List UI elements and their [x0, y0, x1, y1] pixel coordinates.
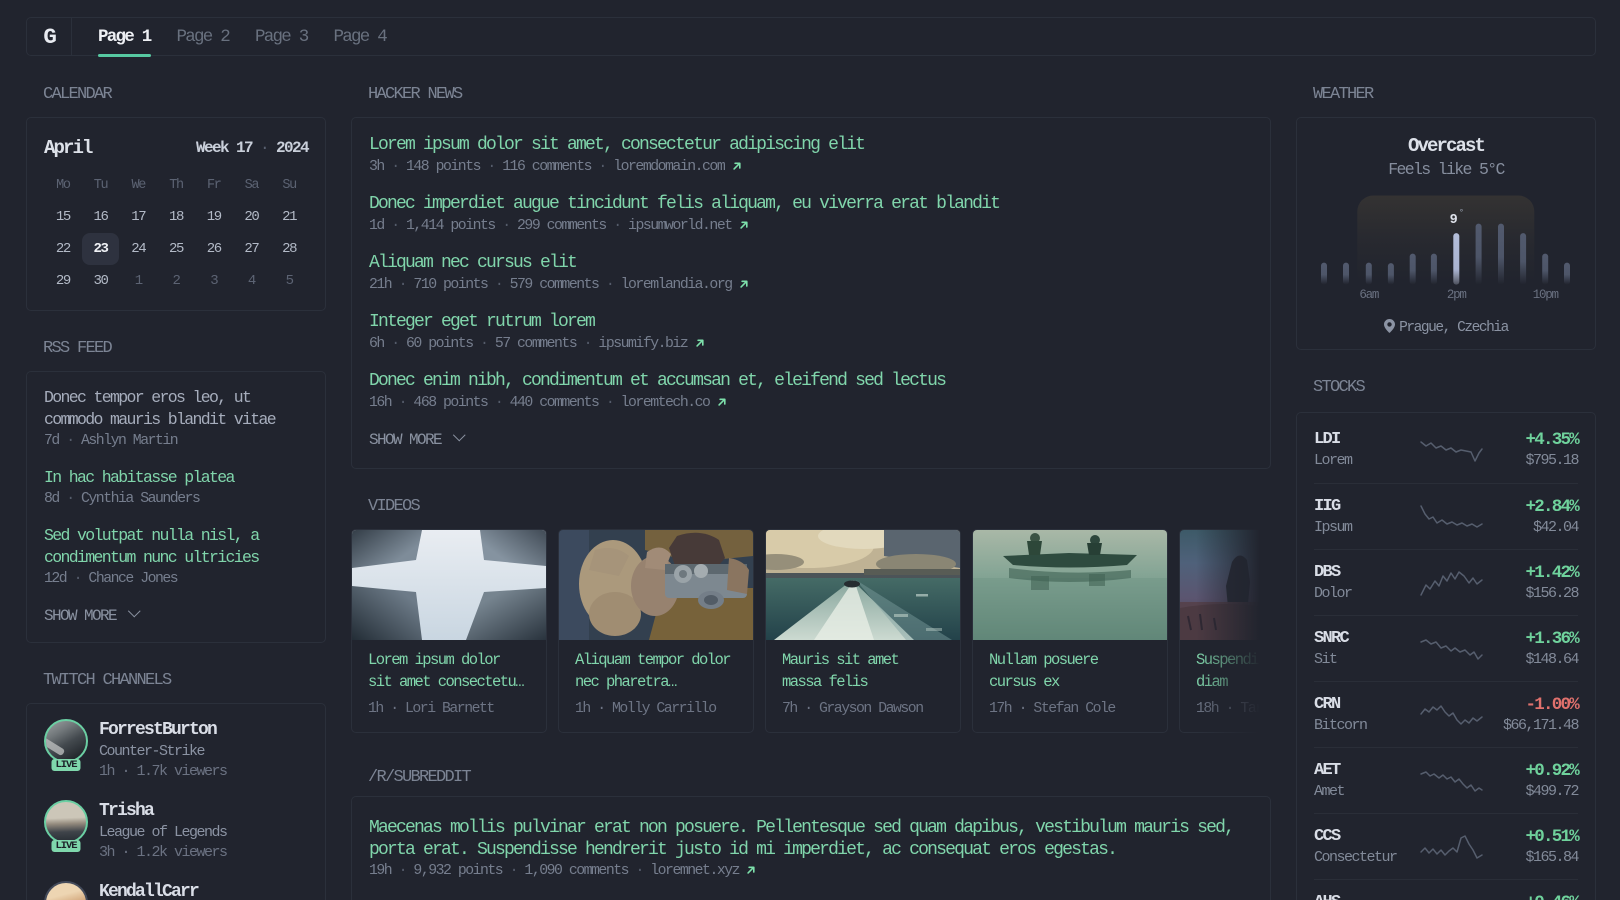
svg-text:6am: 6am: [1359, 288, 1379, 302]
svg-text:°: °: [1459, 208, 1464, 218]
svg-text:10pm: 10pm: [1533, 288, 1559, 302]
svg-text:2pm: 2pm: [1447, 288, 1467, 302]
